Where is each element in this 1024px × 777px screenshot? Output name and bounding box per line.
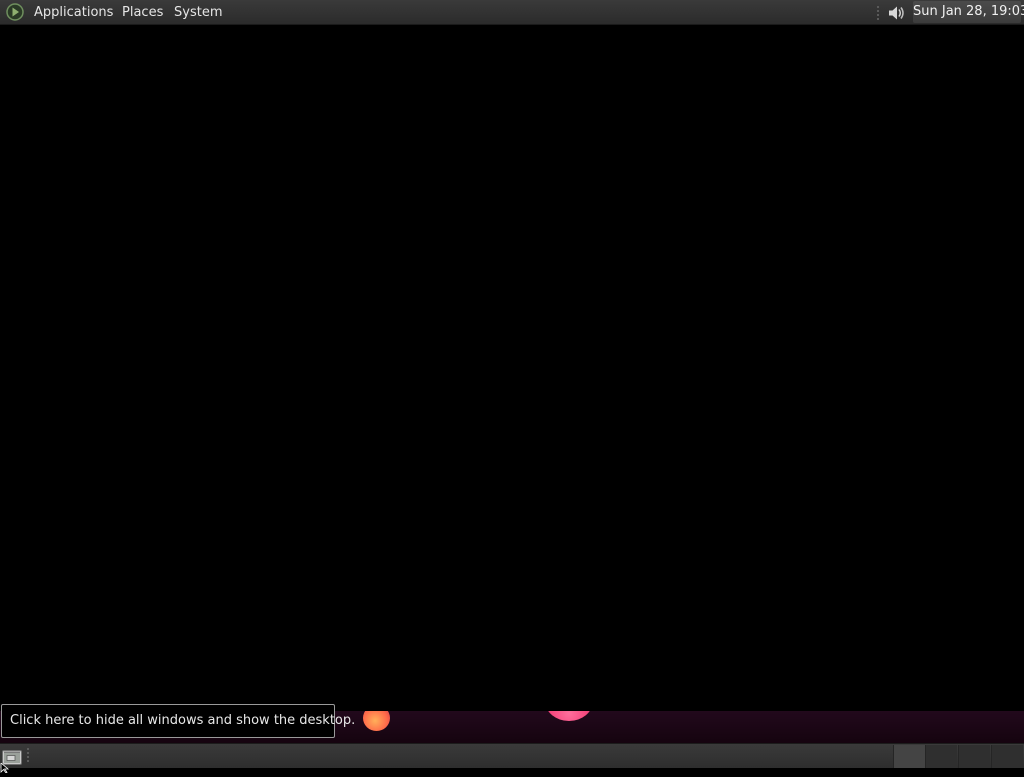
workspace-1[interactable] <box>893 745 925 768</box>
places-menu[interactable]: Places <box>122 4 163 21</box>
top-panel: Applications Places System Sun Jan 28, 1… <box>0 0 1024 25</box>
panel-handle[interactable] <box>26 747 30 762</box>
mouse-cursor-icon <box>0 758 10 774</box>
distro-logo-icon[interactable] <box>6 3 24 21</box>
wallpaper-bubble-pink <box>545 711 593 721</box>
wallpaper-bubble-orange <box>363 711 390 731</box>
applications-menu[interactable]: Applications <box>34 4 113 21</box>
panel-handle[interactable] <box>876 5 880 20</box>
bottom-panel <box>0 743 1024 768</box>
clock[interactable]: Sun Jan 28, 19:03 <box>913 1 1024 23</box>
workspace-4[interactable] <box>991 745 1023 768</box>
workspace-3[interactable] <box>958 745 990 768</box>
speaker-volume-icon[interactable] <box>886 3 906 23</box>
show-desktop-tooltip: Click here to hide all windows and show … <box>1 704 355 738</box>
desktop[interactable] <box>0 25 1024 711</box>
workspace-2[interactable] <box>925 745 957 768</box>
system-menu[interactable]: System <box>174 4 222 21</box>
